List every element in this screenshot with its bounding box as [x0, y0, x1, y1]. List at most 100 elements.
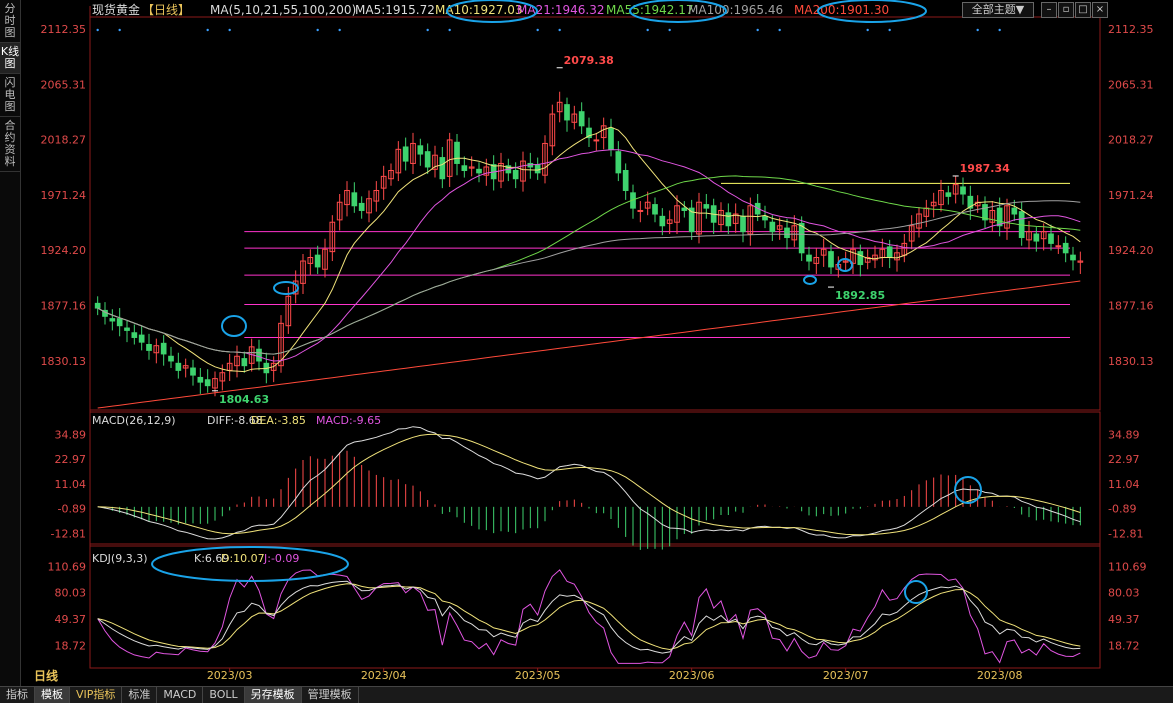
candle-body [1033, 233, 1040, 242]
candle-body [593, 139, 600, 142]
tab-save-template[interactable]: 另存模板 [244, 687, 302, 703]
macd-y-tick-right: 22.97 [1108, 453, 1140, 466]
macd-y-tick-left: -0.89 [58, 503, 86, 516]
y-tick-left: 1877.16 [41, 300, 87, 313]
signal-dot [118, 28, 121, 32]
candle-body [769, 221, 776, 233]
signal-dot [338, 28, 341, 32]
macd-y-tick-left: 34.89 [55, 428, 87, 441]
signal-dot [228, 28, 231, 32]
instrument-name: 现货黄金 [92, 2, 140, 17]
maximize-icon[interactable]: □ [1075, 2, 1091, 18]
tab-indicator[interactable]: 指标 [0, 687, 35, 703]
theme-dropdown[interactable]: 全部主题▼ [962, 2, 1034, 18]
candle-body [476, 168, 482, 174]
tab-macd[interactable]: MACD [157, 687, 204, 703]
kdj-legend-2: J:-0.09 [263, 552, 299, 565]
candle-body [94, 302, 101, 309]
candle-body [417, 145, 424, 155]
minimize-icon[interactable]: – [1041, 2, 1057, 18]
candle-body [806, 254, 812, 262]
close-icon[interactable]: × [1092, 2, 1108, 18]
signal-dot [96, 28, 99, 32]
macd-title: MACD(26,12,9) [92, 414, 176, 427]
kdj-y-tick-left: 110.69 [48, 560, 87, 573]
candle-body [1048, 233, 1054, 244]
candle-body [945, 192, 952, 197]
candle-body [175, 362, 182, 371]
ma-value-4: MA100:1965.46 [688, 3, 783, 17]
candle-body [960, 186, 966, 195]
sidebar-tab-tick[interactable]: 闪电图 [0, 74, 20, 117]
candle-body [1055, 245, 1062, 248]
candle-body [190, 367, 196, 376]
ma-value-0: MA5:1915.72 [355, 3, 435, 17]
candle-body [828, 251, 834, 268]
candle-body [461, 165, 468, 171]
signal-dot [426, 28, 429, 32]
macd-y-tick-right: 11.04 [1108, 478, 1140, 491]
kdj-y-tick-left: 18.72 [55, 640, 87, 653]
signal-dot [668, 28, 671, 32]
candle-body [314, 254, 321, 268]
candle-body [784, 227, 790, 239]
y-tick-left: 1971.24 [41, 189, 87, 202]
sidebar-tab-contract-info[interactable]: 合约资料 [0, 117, 20, 172]
bottom-toolbar: 指标 模板 VIP指标 标准 MACD BOLL 另存模板 管理模板 [0, 686, 1173, 703]
kdj-d-line [97, 583, 1081, 651]
y-tick-left: 2112.35 [41, 23, 87, 36]
candle-body [241, 358, 248, 367]
kdj-k-line [97, 580, 1081, 654]
candle-body [578, 111, 585, 127]
candle-body [138, 334, 145, 343]
period-selector[interactable]: 日线 [22, 668, 70, 684]
tab-template[interactable]: 模板 [35, 687, 70, 703]
sidebar-tab-kline[interactable]: K线图 [0, 43, 20, 74]
restore-icon[interactable]: ▫ [1058, 2, 1074, 18]
y-tick-left: 1924.20 [41, 244, 87, 257]
candle-body [402, 146, 409, 162]
candle-body [798, 222, 805, 254]
tab-vip-indicator[interactable]: VIP指标 [70, 687, 123, 703]
candle-body [351, 192, 358, 207]
extreme-label-2: 1892.85 [835, 289, 885, 302]
tab-boll[interactable]: BOLL [203, 687, 245, 703]
candle-body [703, 204, 710, 209]
y-tick-right: 1924.20 [1108, 244, 1154, 257]
candle-body [637, 209, 644, 212]
macd-y-tick-right: 34.89 [1108, 428, 1140, 441]
macd-y-tick-right: -0.89 [1108, 503, 1136, 516]
tab-manage-template[interactable]: 管理模板 [302, 687, 359, 703]
macd-y-tick-left: 22.97 [55, 453, 87, 466]
candle-body [454, 141, 460, 164]
kdj-title: KDJ(9,3,3) [92, 552, 148, 565]
y-tick-right: 1830.13 [1108, 355, 1154, 368]
y-tick-right: 2112.35 [1108, 23, 1154, 36]
macd-legend-2: MACD:-9.65 [316, 414, 381, 427]
kdj-legend-1: D:10.07 [221, 552, 265, 565]
macd-y-tick-left: 11.04 [55, 478, 87, 491]
signal-dot [756, 28, 759, 32]
signal-dot [448, 28, 451, 32]
candle-body [622, 169, 629, 191]
macd-y-tick-right: -12.81 [1108, 527, 1143, 540]
y-tick-left: 2018.27 [41, 134, 87, 147]
extreme-label-3: 1804.63 [219, 393, 269, 406]
signal-dot [206, 28, 209, 32]
candle-body [439, 157, 446, 180]
candle-body [256, 348, 262, 362]
extreme-label-1: 1987.34 [960, 162, 1010, 175]
highlight-circle [803, 275, 817, 285]
candle-body [1011, 207, 1018, 215]
signal-dot [778, 28, 781, 32]
ma-line-ma200 [97, 280, 1081, 409]
sidebar-tab-intraday[interactable]: 分时图 [0, 0, 20, 43]
candle-body [204, 379, 211, 387]
candle-body [131, 332, 138, 338]
extreme-label-0: 2079.38 [564, 54, 614, 67]
macd-dea-line [97, 433, 1081, 536]
candle-body [681, 207, 688, 211]
candle-body [146, 344, 152, 351]
signal-dot [998, 28, 1001, 32]
tab-standard[interactable]: 标准 [122, 687, 158, 703]
